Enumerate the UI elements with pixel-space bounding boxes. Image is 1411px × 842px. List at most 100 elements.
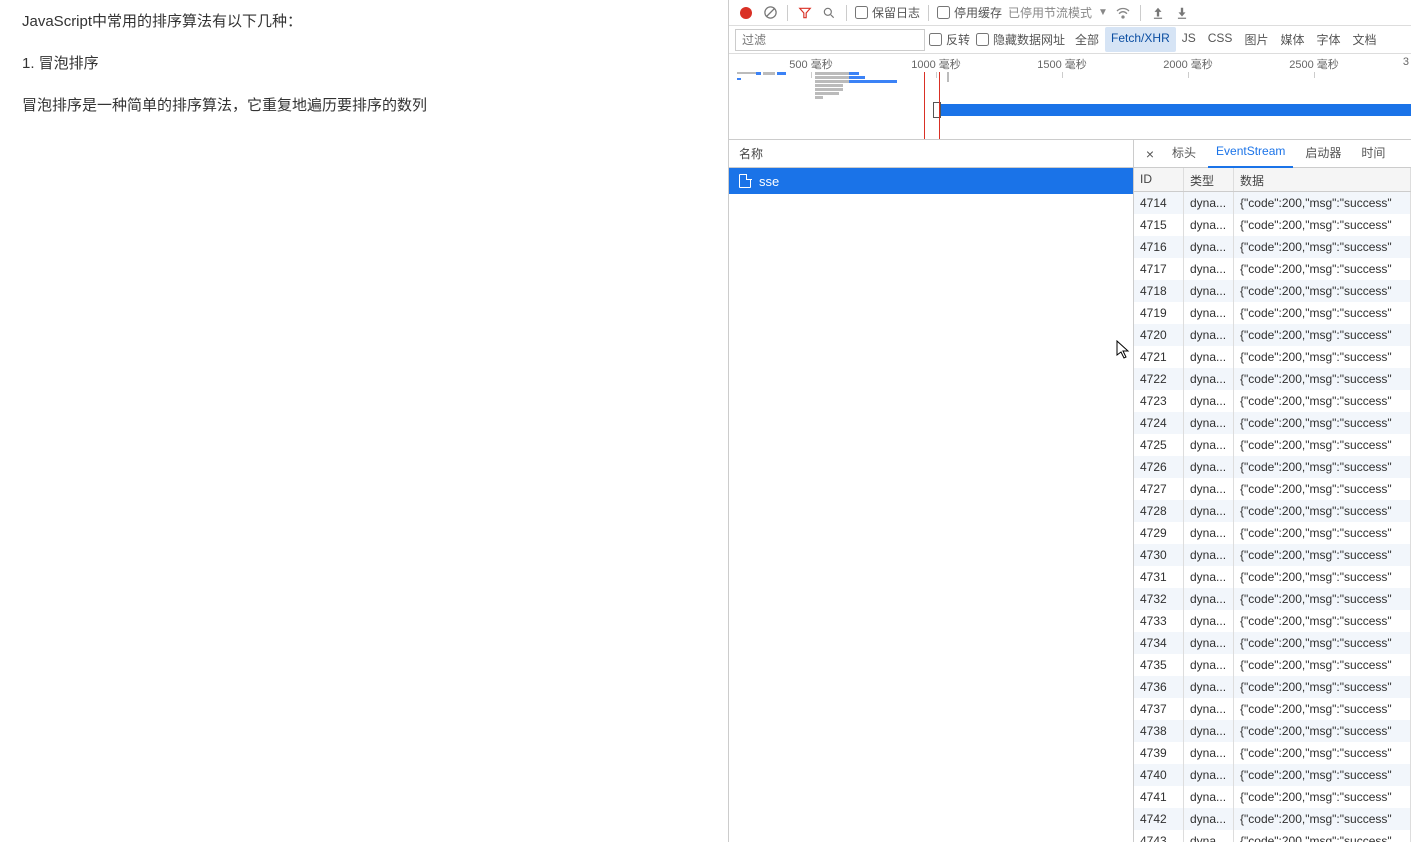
event-row[interactable]: 4719dyna...{"code":200,"msg":"success" [1134, 302, 1411, 324]
event-row[interactable]: 4727dyna...{"code":200,"msg":"success" [1134, 478, 1411, 500]
event-row[interactable]: 4731dyna...{"code":200,"msg":"success" [1134, 566, 1411, 588]
close-icon[interactable]: × [1140, 146, 1160, 162]
content-line: JavaScript中常用的排序算法有以下几种： [22, 10, 706, 34]
cell-id: 4730 [1134, 544, 1184, 566]
event-row[interactable]: 4716dyna...{"code":200,"msg":"success" [1134, 236, 1411, 258]
request-row[interactable]: sse [729, 168, 1133, 194]
cell-id: 4743 [1134, 830, 1184, 842]
timeline-tick: 1000 毫秒 [911, 56, 961, 72]
cell-id: 4736 [1134, 676, 1184, 698]
cell-data: {"code":200,"msg":"success" [1234, 764, 1411, 786]
detail-tab-0[interactable]: 标头 [1164, 139, 1204, 168]
event-stream-grid: ID 类型 数据 4714dyna...{"code":200,"msg":"s… [1134, 168, 1411, 842]
cell-id: 4731 [1134, 566, 1184, 588]
event-row[interactable]: 4729dyna...{"code":200,"msg":"success" [1134, 522, 1411, 544]
cell-data: {"code":200,"msg":"success" [1234, 258, 1411, 280]
col-id[interactable]: ID [1134, 168, 1184, 191]
col-data[interactable]: 数据 [1234, 168, 1411, 191]
hide-data-urls-checkbox[interactable]: 隐藏数据网址 [976, 31, 1065, 48]
event-row[interactable]: 4737dyna...{"code":200,"msg":"success" [1134, 698, 1411, 720]
event-row[interactable]: 4738dyna...{"code":200,"msg":"success" [1134, 720, 1411, 742]
upload-icon[interactable] [1149, 4, 1167, 22]
name-column-header[interactable]: 名称 [729, 140, 1133, 168]
cell-type: dyna... [1184, 434, 1234, 456]
event-row[interactable]: 4736dyna...{"code":200,"msg":"success" [1134, 676, 1411, 698]
cell-data: {"code":200,"msg":"success" [1234, 786, 1411, 808]
cell-data: {"code":200,"msg":"success" [1234, 654, 1411, 676]
search-icon[interactable] [820, 4, 838, 22]
event-row[interactable]: 4720dyna...{"code":200,"msg":"success" [1134, 324, 1411, 346]
cell-id: 4716 [1134, 236, 1184, 258]
cell-id: 4735 [1134, 654, 1184, 676]
detail-tab-3[interactable]: 时间 [1353, 139, 1393, 168]
cell-data: {"code":200,"msg":"success" [1234, 390, 1411, 412]
cell-id: 4740 [1134, 764, 1184, 786]
event-row[interactable]: 4734dyna...{"code":200,"msg":"success" [1134, 632, 1411, 654]
cell-data: {"code":200,"msg":"success" [1234, 478, 1411, 500]
event-row[interactable]: 4730dyna...{"code":200,"msg":"success" [1134, 544, 1411, 566]
filter-tag-css[interactable]: CSS [1202, 27, 1239, 52]
clear-icon[interactable] [761, 4, 779, 22]
chevron-down-icon[interactable]: ▼ [1098, 7, 1108, 18]
timeline-edge-label: 3 [1403, 56, 1409, 68]
event-row[interactable]: 4726dyna...{"code":200,"msg":"success" [1134, 456, 1411, 478]
col-type[interactable]: 类型 [1184, 168, 1234, 191]
invert-checkbox[interactable]: 反转 [929, 31, 970, 48]
content-line: 1. 冒泡排序 [22, 52, 706, 76]
record-button[interactable] [737, 4, 755, 22]
event-row[interactable]: 4742dyna...{"code":200,"msg":"success" [1134, 808, 1411, 830]
detail-tabs: × 标头EventStream启动器时间 [1134, 140, 1411, 168]
event-row[interactable]: 4728dyna...{"code":200,"msg":"success" [1134, 500, 1411, 522]
detail-tab-2[interactable]: 启动器 [1297, 139, 1349, 168]
filter-icon[interactable] [796, 4, 814, 22]
filter-tag-字体[interactable]: 字体 [1310, 27, 1346, 52]
timeline-overview[interactable]: 500 毫秒1000 毫秒1500 毫秒2000 毫秒2500 毫秒 3 [729, 54, 1411, 140]
cell-data: {"code":200,"msg":"success" [1234, 522, 1411, 544]
network-toolbar: 保留日志 停用缓存 已停用节流模式 ▼ [729, 0, 1411, 26]
event-row[interactable]: 4740dyna...{"code":200,"msg":"success" [1134, 764, 1411, 786]
event-row[interactable]: 4725dyna...{"code":200,"msg":"success" [1134, 434, 1411, 456]
event-row[interactable]: 4717dyna...{"code":200,"msg":"success" [1134, 258, 1411, 280]
timeline-tick: 500 毫秒 [789, 56, 832, 72]
filter-tag-文档[interactable]: 文档 [1346, 27, 1382, 52]
download-icon[interactable] [1173, 4, 1191, 22]
cell-data: {"code":200,"msg":"success" [1234, 830, 1411, 842]
preserve-log-checkbox[interactable]: 保留日志 [855, 4, 920, 21]
network-conditions-icon[interactable] [1114, 4, 1132, 22]
filter-tag-全部[interactable]: 全部 [1069, 27, 1105, 52]
filter-input[interactable] [735, 29, 925, 51]
event-row[interactable]: 4714dyna...{"code":200,"msg":"success" [1134, 192, 1411, 214]
event-row[interactable]: 4722dyna...{"code":200,"msg":"success" [1134, 368, 1411, 390]
disable-cache-checkbox[interactable]: 停用缓存 [937, 4, 1002, 21]
cell-data: {"code":200,"msg":"success" [1234, 214, 1411, 236]
cell-type: dyna... [1184, 654, 1234, 676]
filter-tag-媒体[interactable]: 媒体 [1274, 27, 1310, 52]
filter-tag-图片[interactable]: 图片 [1238, 27, 1274, 52]
event-row[interactable]: 4735dyna...{"code":200,"msg":"success" [1134, 654, 1411, 676]
filter-tag-js[interactable]: JS [1176, 27, 1202, 52]
event-row[interactable]: 4723dyna...{"code":200,"msg":"success" [1134, 390, 1411, 412]
event-row[interactable]: 4743dyna...{"code":200,"msg":"success" [1134, 830, 1411, 842]
event-row[interactable]: 4718dyna...{"code":200,"msg":"success" [1134, 280, 1411, 302]
cell-data: {"code":200,"msg":"success" [1234, 192, 1411, 214]
cell-data: {"code":200,"msg":"success" [1234, 610, 1411, 632]
event-row[interactable]: 4741dyna...{"code":200,"msg":"success" [1134, 786, 1411, 808]
event-row[interactable]: 4733dyna...{"code":200,"msg":"success" [1134, 610, 1411, 632]
cell-data: {"code":200,"msg":"success" [1234, 236, 1411, 258]
cell-type: dyna... [1184, 588, 1234, 610]
content-line: 冒泡排序是一种简单的排序算法，它重复地遍历要排序的数列 [22, 94, 706, 118]
cell-data: {"code":200,"msg":"success" [1234, 500, 1411, 522]
cell-data: {"code":200,"msg":"success" [1234, 544, 1411, 566]
timeline-tick: 2000 毫秒 [1163, 56, 1213, 72]
event-row[interactable]: 4732dyna...{"code":200,"msg":"success" [1134, 588, 1411, 610]
event-row[interactable]: 4721dyna...{"code":200,"msg":"success" [1134, 346, 1411, 368]
cell-data: {"code":200,"msg":"success" [1234, 302, 1411, 324]
event-row[interactable]: 4724dyna...{"code":200,"msg":"success" [1134, 412, 1411, 434]
cell-type: dyna... [1184, 786, 1234, 808]
filter-tag-fetch/xhr[interactable]: Fetch/XHR [1105, 27, 1176, 52]
event-row[interactable]: 4739dyna...{"code":200,"msg":"success" [1134, 742, 1411, 764]
event-row[interactable]: 4715dyna...{"code":200,"msg":"success" [1134, 214, 1411, 236]
detail-tab-1[interactable]: EventStream [1208, 139, 1293, 168]
throttling-status[interactable]: 已停用节流模式 [1008, 4, 1092, 21]
timeline-tick: 2500 毫秒 [1289, 56, 1339, 72]
